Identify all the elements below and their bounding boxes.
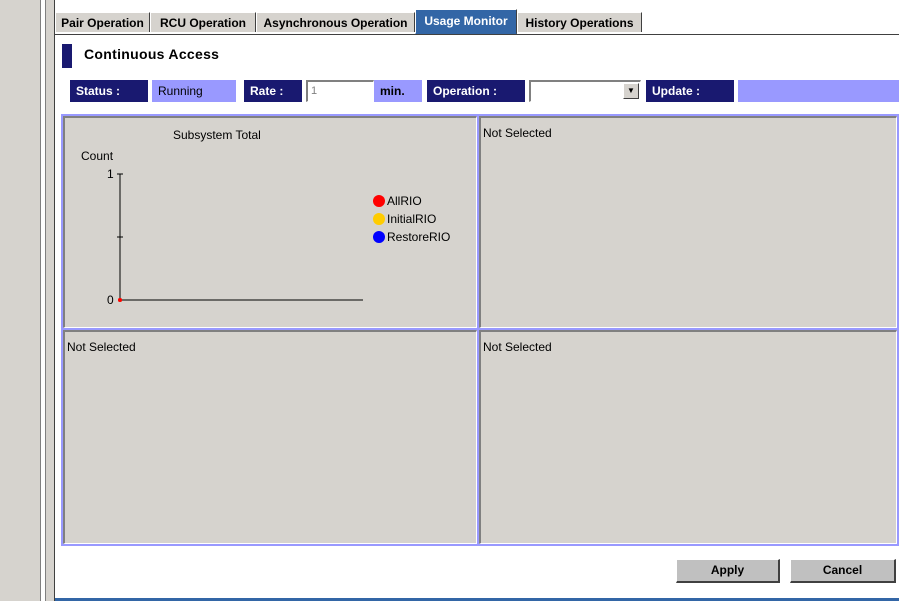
- status-value: Running: [152, 80, 236, 102]
- left-border: [46, 0, 55, 601]
- y-tick-label-0: 0: [107, 293, 114, 307]
- legend-item-restorerio: RestoreRIO: [373, 230, 450, 244]
- operation-select[interactable]: ▼: [529, 80, 641, 102]
- rate-label: Rate :: [244, 80, 302, 102]
- update-value: [738, 80, 899, 102]
- tab-history-operations[interactable]: History Operations: [517, 12, 642, 32]
- chevron-down-icon[interactable]: ▼: [623, 83, 639, 99]
- tab-asynchronous-operation[interactable]: Asynchronous Operation: [256, 12, 415, 32]
- graph-cell-label: Not Selected: [67, 340, 136, 354]
- status-label: Status :: [70, 80, 148, 102]
- graph-cell-subsystem-total[interactable]: Subsystem Total Count 1 0 AllRIO Initial…: [63, 116, 477, 328]
- rate-unit: min.: [374, 80, 422, 102]
- legend-label: InitialRIO: [387, 212, 437, 226]
- legend-label: RestoreRIO: [387, 230, 451, 244]
- cancel-button[interactable]: Cancel: [790, 559, 896, 583]
- rate-input[interactable]: 1: [306, 80, 374, 102]
- graph-cell-3[interactable]: Not Selected: [63, 330, 477, 544]
- tab-pair-operation[interactable]: Pair Operation: [55, 12, 150, 32]
- tab-bar: Pair Operation RCU Operation Asynchronou…: [55, 9, 899, 35]
- y-tick-label-1: 1: [107, 167, 114, 181]
- title-marker: [62, 44, 72, 68]
- update-label: Update :: [646, 80, 734, 102]
- graph-cell-label: Not Selected: [483, 126, 552, 140]
- legend-dot-yellow: [373, 213, 385, 225]
- graph-cell-2[interactable]: Not Selected: [479, 116, 897, 328]
- graph-cell-4[interactable]: Not Selected: [479, 330, 897, 544]
- legend-dot-blue: [373, 231, 385, 243]
- legend-dot-red: [373, 195, 385, 207]
- legend-label: AllRIO: [387, 194, 422, 208]
- graph-cell-label: Not Selected: [483, 340, 552, 354]
- tab-usage-monitor[interactable]: Usage Monitor: [415, 9, 517, 34]
- legend-item-initialrio: InitialRIO: [373, 212, 436, 226]
- graph-area: Subsystem Total Count 1 0 AllRIO Initial…: [61, 114, 899, 546]
- operation-label: Operation :: [427, 80, 525, 102]
- left-pane: [0, 0, 41, 601]
- data-point-allrio: [118, 298, 122, 302]
- page-title: Continuous Access: [84, 46, 220, 62]
- tab-rcu-operation[interactable]: RCU Operation: [150, 12, 256, 32]
- apply-button[interactable]: Apply: [676, 559, 780, 583]
- legend-item-allrio: AllRIO: [373, 194, 422, 208]
